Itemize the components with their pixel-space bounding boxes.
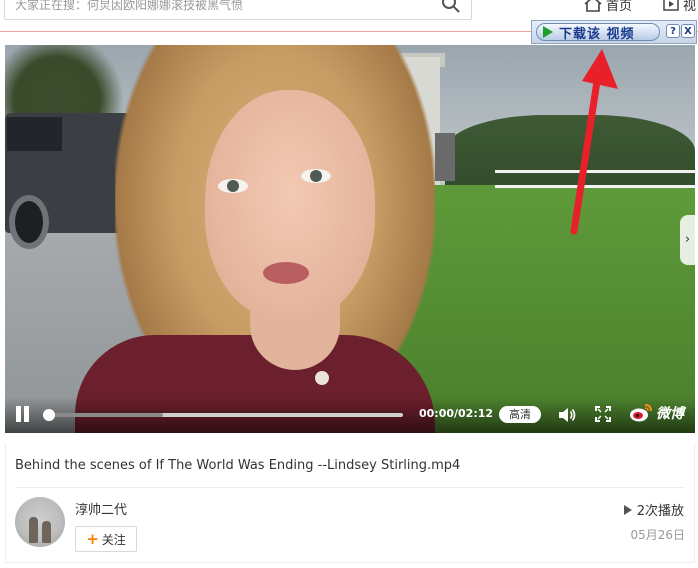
video-frame-shed	[435, 133, 455, 181]
play-count-icon	[623, 504, 632, 515]
nav-home-label: 首页	[606, 0, 633, 14]
download-toolbar: 下载该 视频 ? X	[531, 20, 697, 44]
follow-button[interactable]: + 关注	[75, 526, 137, 552]
search-icon[interactable]	[441, 0, 461, 14]
nav-video-label: 视	[683, 0, 697, 14]
avatar[interactable]	[15, 497, 65, 547]
avatar-figure-2	[42, 521, 51, 543]
volume-icon[interactable]	[557, 406, 577, 424]
home-icon	[584, 0, 602, 12]
weibo-icon	[630, 404, 652, 422]
fullscreen-icon[interactable]	[595, 406, 611, 422]
pause-button[interactable]	[15, 406, 31, 424]
publish-date: 05月26日	[630, 528, 685, 542]
download-video-button[interactable]: 下载该 视频	[536, 23, 660, 42]
video-frame-wheel	[9, 195, 49, 249]
side-expand-button[interactable]: ›	[680, 215, 695, 265]
video-frame-eye-left	[218, 179, 248, 193]
quality-button[interactable]: 高清	[499, 406, 541, 423]
play-icon	[543, 26, 553, 38]
nav-video-link[interactable]: 视	[663, 0, 696, 14]
author-name[interactable]: 淳帅二代	[75, 499, 127, 518]
help-button[interactable]: ?	[666, 24, 680, 38]
time-display: 00:00/02:12	[419, 407, 494, 420]
avatar-figure-1	[29, 517, 38, 543]
info-divider	[15, 487, 685, 488]
video-frame-person-face	[205, 90, 375, 320]
video-frame-fence	[495, 170, 695, 188]
play-count: 2次播放	[623, 500, 684, 519]
nav-home-link[interactable]: 首页	[584, 0, 632, 14]
progress-buffer	[47, 413, 163, 417]
video-title: Behind the scenes of If The World Was En…	[15, 458, 461, 473]
plus-icon: +	[86, 529, 99, 548]
progress-bar[interactable]	[43, 409, 403, 421]
download-video-label: 下载该 视频	[559, 26, 635, 42]
video-frame-mouth	[263, 262, 309, 284]
video-icon	[663, 0, 679, 11]
play-count-label: 2次播放	[636, 504, 684, 519]
video-frame-truck-window	[7, 117, 62, 151]
search-placeholder: 大家正在搜：何炅因欧阳娜娜滚技被黑气愤	[15, 0, 244, 12]
weibo-label: 微博	[656, 406, 684, 422]
progress-handle[interactable]	[43, 409, 55, 421]
player-controls: 00:00/02:12 高清 微博	[5, 397, 695, 433]
follow-label: 关注	[101, 532, 126, 547]
search-input[interactable]: 大家正在搜：何炅因欧阳娜娜滚技被黑气愤	[4, 0, 472, 20]
close-button[interactable]: X	[681, 24, 695, 38]
video-player[interactable]: › 00:00/02:12 高清 微博	[5, 45, 695, 433]
weibo-share[interactable]: 微博	[629, 403, 684, 423]
video-frame-pendant	[315, 371, 329, 385]
video-frame-eye-right	[301, 169, 331, 183]
